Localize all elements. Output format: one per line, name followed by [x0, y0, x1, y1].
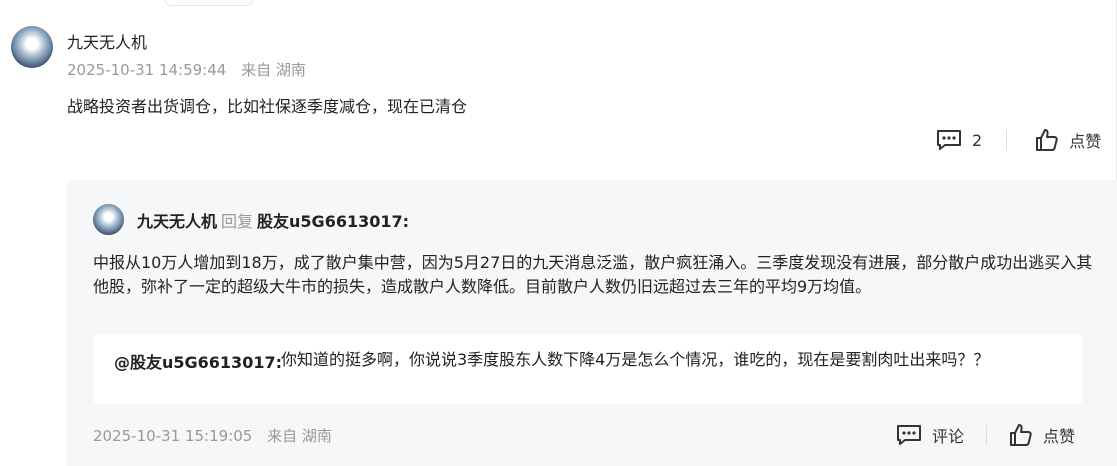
- like-button[interactable]: 点赞: [1069, 128, 1101, 152]
- quote-text: 你知道的挺多啊，你说说3季度股东人数下降4万是怎么个情况，谁吃的，现在是要割肉吐…: [281, 350, 990, 369]
- comment-author[interactable]: 九天无人机: [67, 29, 147, 53]
- reply-content: 中报从10万人增加到18万，成了散户集中营，因为5月27日的九天消息泛滥，散户疯…: [93, 253, 1093, 296]
- reply-meta: 2025-10-31 15:19:05 来自 湖南: [93, 425, 332, 446]
- reply-avatar[interactable]: [93, 204, 124, 235]
- reply-location: 来自 湖南: [267, 427, 332, 445]
- reply-target[interactable]: 股友u5G6613017:: [257, 212, 409, 231]
- top-tab-edge: [165, 0, 253, 6]
- thumbs-up-icon[interactable]: [1009, 423, 1033, 447]
- action-divider: [1006, 130, 1008, 150]
- action-divider: [986, 425, 988, 445]
- reply-like-button[interactable]: 点赞: [1043, 423, 1075, 447]
- reply-timestamp: 2025-10-31 15:19:05: [93, 427, 253, 445]
- avatar[interactable]: [11, 26, 53, 68]
- reply-actions: 评论 点赞: [896, 422, 1075, 448]
- comment-actions: 2 点赞: [936, 128, 1101, 152]
- comment-timestamp: 2025-10-31 14:59:44: [67, 61, 227, 79]
- comment-icon[interactable]: [936, 129, 962, 151]
- reply-author[interactable]: 九天无人机: [137, 212, 217, 231]
- reply-comment-button[interactable]: 评论: [932, 423, 964, 447]
- quote-author[interactable]: @股友u5G6613017:: [114, 349, 282, 373]
- comment-location: 来自 湖南: [241, 61, 306, 79]
- reply-header: 九天无人机 回复 股友u5G6613017:: [137, 208, 409, 232]
- reply-word: 回复: [221, 212, 254, 231]
- comment-meta: 2025-10-31 14:59:44 来自 湖南: [67, 59, 306, 80]
- comment-icon[interactable]: [896, 424, 922, 446]
- comment-content: 战略投资者出货调仓，比如社保逐季度减仓，现在已清仓: [67, 97, 468, 116]
- comment-count[interactable]: 2: [972, 131, 982, 150]
- thumbs-up-icon[interactable]: [1035, 128, 1059, 152]
